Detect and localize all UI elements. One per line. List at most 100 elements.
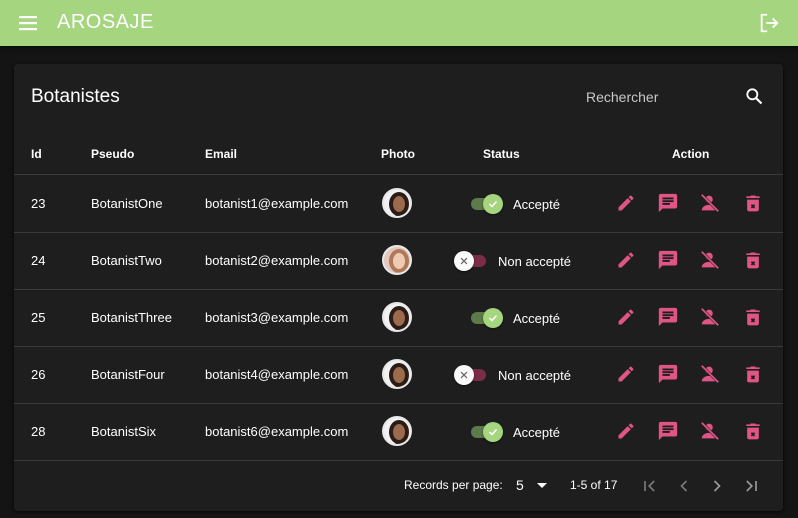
status-cell: Accepté xyxy=(469,193,560,215)
delete-icon xyxy=(743,193,763,218)
edit-button[interactable] xyxy=(614,250,638,274)
check-icon xyxy=(483,308,503,328)
menu-button[interactable] xyxy=(15,11,41,35)
person-off-icon xyxy=(699,249,721,276)
cell-id: 28 xyxy=(31,424,46,439)
header-email: Email xyxy=(205,147,238,161)
cell-pseudo: BotanistThree xyxy=(91,310,172,325)
check-icon xyxy=(483,422,503,442)
header-photo: Photo xyxy=(381,147,415,161)
revoke-user-button[interactable] xyxy=(698,307,722,331)
message-button[interactable] xyxy=(656,193,680,217)
message-icon xyxy=(657,249,679,276)
status-toggle[interactable] xyxy=(454,364,488,386)
edit-icon xyxy=(616,193,636,218)
last-page-icon xyxy=(746,480,757,492)
avatar xyxy=(382,416,412,446)
status-cell: Accepté xyxy=(469,421,560,443)
person-off-icon xyxy=(699,363,721,390)
avatar xyxy=(382,302,412,332)
edit-button[interactable] xyxy=(614,307,638,331)
chevron-down-icon xyxy=(536,483,547,488)
person-off-icon xyxy=(699,192,721,219)
revoke-user-button[interactable] xyxy=(698,364,722,388)
app-bar: AROSAJE xyxy=(0,0,798,46)
chevron-left-icon xyxy=(680,480,688,492)
delete-icon xyxy=(743,307,763,332)
cell-email: botanist2@example.com xyxy=(205,253,349,268)
cell-pseudo: BotanistOne xyxy=(91,196,163,211)
table-row: 26 BotanistFour botanist4@example.com No… xyxy=(14,347,783,404)
message-button[interactable] xyxy=(656,364,680,388)
delete-button[interactable] xyxy=(741,193,765,217)
status-label: Accepté xyxy=(513,196,560,212)
delete-button[interactable] xyxy=(741,250,765,274)
header-id: Id xyxy=(31,147,42,161)
message-button[interactable] xyxy=(656,421,680,445)
records-per-page-select[interactable]: 5 xyxy=(512,473,554,497)
last-page-button[interactable] xyxy=(739,474,763,498)
avatar xyxy=(382,245,412,275)
table-header: Id Pseudo Email Photo Status Action xyxy=(14,133,783,175)
previous-page-button[interactable] xyxy=(672,474,696,498)
revoke-user-button[interactable] xyxy=(698,193,722,217)
first-page-button[interactable] xyxy=(638,474,662,498)
delete-icon xyxy=(743,421,763,446)
revoke-user-button[interactable] xyxy=(698,421,722,445)
status-toggle[interactable] xyxy=(469,193,503,215)
status-toggle[interactable] xyxy=(454,250,488,272)
next-page-button[interactable] xyxy=(705,474,729,498)
status-cell: Accepté xyxy=(469,307,560,329)
delete-button[interactable] xyxy=(741,307,765,331)
revoke-user-button[interactable] xyxy=(698,250,722,274)
status-label: Non accepté xyxy=(498,367,571,383)
edit-icon xyxy=(616,364,636,389)
menu-icon xyxy=(19,16,37,31)
check-icon xyxy=(483,194,503,214)
edit-icon xyxy=(616,307,636,332)
status-toggle[interactable] xyxy=(469,421,503,443)
message-icon xyxy=(657,192,679,219)
delete-button[interactable] xyxy=(741,364,765,388)
avatar xyxy=(382,188,412,218)
message-button[interactable] xyxy=(656,250,680,274)
page-title: Botanistes xyxy=(31,86,120,107)
botanists-card: Botanistes Id Pseudo Email Photo Status … xyxy=(14,64,783,511)
table-row: 25 BotanistThree botanist3@example.com A… xyxy=(14,290,783,347)
status-cell: Non accepté xyxy=(454,250,571,272)
message-icon xyxy=(657,363,679,390)
search-button[interactable] xyxy=(742,84,766,108)
cell-email: botanist4@example.com xyxy=(205,367,349,382)
delete-icon xyxy=(743,250,763,275)
logout-icon xyxy=(760,13,779,33)
cell-pseudo: BotanistSix xyxy=(91,424,157,439)
message-button[interactable] xyxy=(656,307,680,331)
status-label: Accepté xyxy=(513,310,560,326)
cell-email: botanist3@example.com xyxy=(205,310,349,325)
pagination-range: 1-5 of 17 xyxy=(570,478,618,492)
edit-button[interactable] xyxy=(614,193,638,217)
app-title: AROSAJE xyxy=(57,11,154,33)
delete-icon xyxy=(743,364,763,389)
edit-button[interactable] xyxy=(614,421,638,445)
cell-id: 24 xyxy=(31,253,46,268)
header-pseudo: Pseudo xyxy=(91,147,135,161)
status-cell: Non accepté xyxy=(454,364,571,386)
close-icon xyxy=(454,251,474,271)
table-row: 24 BotanistTwo botanist2@example.com Non… xyxy=(14,233,783,290)
cell-email: botanist1@example.com xyxy=(205,196,349,211)
status-toggle[interactable] xyxy=(469,307,503,329)
edit-button[interactable] xyxy=(614,364,638,388)
person-off-icon xyxy=(699,306,721,333)
cell-email: botanist6@example.com xyxy=(205,424,349,439)
records-per-page-value: 5 xyxy=(516,477,524,493)
records-per-page-label: Records per page: xyxy=(404,478,503,492)
table-row: 28 BotanistSix botanist6@example.com Acc… xyxy=(14,404,783,461)
status-label: Accepté xyxy=(513,424,560,440)
logout-button[interactable] xyxy=(756,10,782,36)
edit-icon xyxy=(616,250,636,275)
cell-pseudo: BotanistTwo xyxy=(91,253,162,268)
chevron-right-icon xyxy=(713,480,721,492)
delete-button[interactable] xyxy=(741,421,765,445)
search-input[interactable] xyxy=(586,84,736,110)
